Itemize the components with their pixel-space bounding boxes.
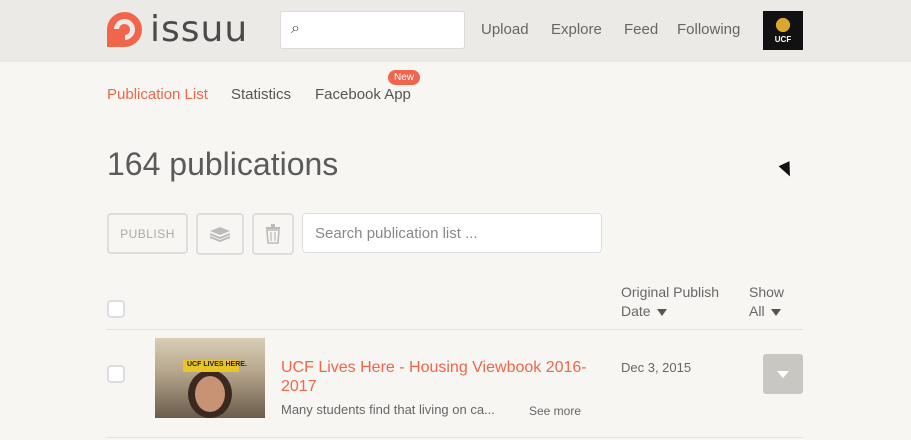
stack-button[interactable] xyxy=(196,213,244,255)
layers-icon xyxy=(209,227,231,242)
top-bar: issuu ⌕ Upload Explore Feed Following UC… xyxy=(0,0,911,62)
avatar-label: UCF xyxy=(774,35,792,44)
column-show-all[interactable]: Show All xyxy=(749,283,799,321)
global-search[interactable]: ⌕ xyxy=(280,11,465,49)
row-actions-dropdown[interactable] xyxy=(763,354,803,394)
account-avatar[interactable]: UCF xyxy=(763,11,803,50)
publication-description: Many students find that living on ca... xyxy=(281,402,495,417)
publish-button[interactable]: PUBLISH xyxy=(107,213,188,254)
row-checkbox[interactable] xyxy=(107,365,125,383)
nav-upload[interactable]: Upload xyxy=(481,21,529,38)
publication-title-link[interactable]: UCF Lives Here - Housing Viewbook 2016-2… xyxy=(281,358,601,396)
trash-icon xyxy=(266,224,280,244)
new-badge: New xyxy=(388,70,421,85)
logo-text: issuu xyxy=(150,9,249,50)
global-search-input[interactable] xyxy=(311,20,456,40)
search-icon: ⌕ xyxy=(291,20,300,37)
nav-feed[interactable]: Feed xyxy=(624,21,658,38)
sort-caret-icon xyxy=(656,308,667,316)
see-more-link[interactable]: See more xyxy=(529,404,581,418)
tab-publication-list[interactable]: Publication List xyxy=(107,86,208,103)
divider xyxy=(107,437,803,438)
ucf-pegasus-icon xyxy=(772,14,794,34)
page-title: 164 publications xyxy=(107,146,339,182)
issuu-logo-icon xyxy=(107,12,142,47)
tab-facebook-app[interactable]: Facebook App xyxy=(315,86,411,103)
divider xyxy=(107,329,803,330)
publication-thumbnail[interactable]: UCF LIVES HERE. xyxy=(155,338,265,418)
nav-explore[interactable]: Explore xyxy=(551,21,602,38)
tab-statistics[interactable]: Statistics xyxy=(231,86,291,103)
delete-button[interactable] xyxy=(252,213,294,255)
column-date-label: Original Publish Date xyxy=(621,284,720,319)
column-original-publish-date[interactable]: Original Publish Date xyxy=(621,283,731,321)
thumbnail-banner-text: UCF LIVES HERE. xyxy=(187,361,247,368)
mouse-cursor-icon xyxy=(778,161,796,179)
publication-date: Dec 3, 2015 xyxy=(621,360,692,375)
filter-caret-icon xyxy=(770,308,781,316)
nav-following[interactable]: Following xyxy=(677,21,740,38)
issuu-logo[interactable]: issuu xyxy=(107,9,248,50)
publication-search-input[interactable] xyxy=(302,213,602,253)
select-all-checkbox[interactable] xyxy=(107,300,125,318)
